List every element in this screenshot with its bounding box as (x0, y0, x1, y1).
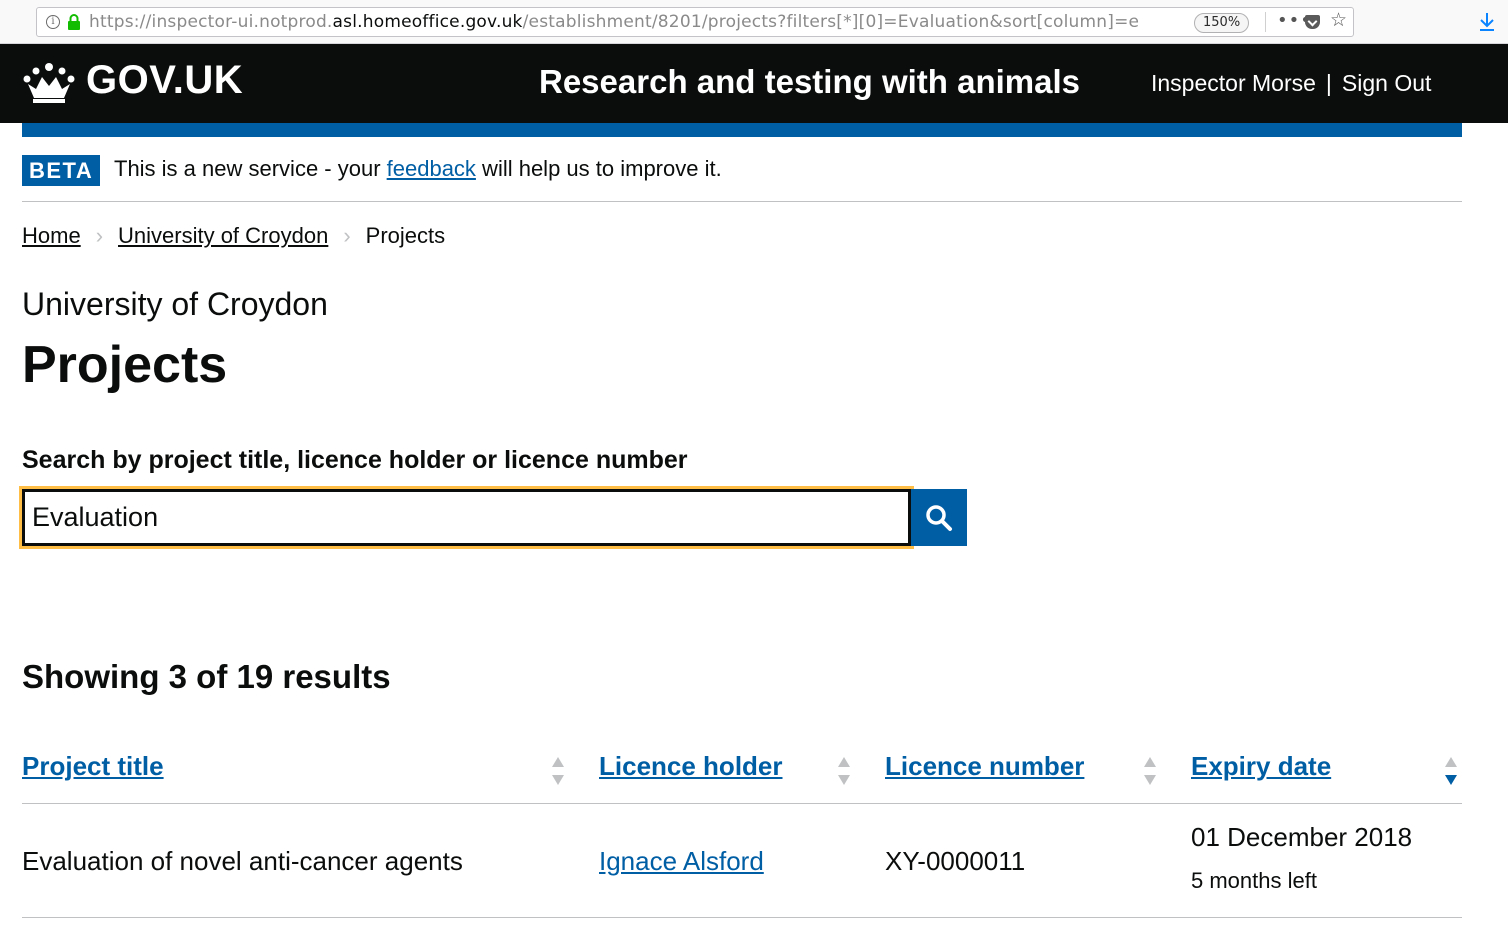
nav-separator: | (1325, 70, 1332, 96)
header-nav: Inspector Morse | Sign Out (1151, 70, 1431, 97)
table-header-divider (22, 803, 1462, 804)
breadcrumb: Home › University of Croydon › Projects (22, 223, 445, 249)
expiry-date-cell: 01 December 2018 (1191, 822, 1413, 852)
search-icon (926, 505, 952, 531)
search-button[interactable] (911, 489, 967, 546)
service-name[interactable]: Research and testing with animals (539, 63, 1080, 101)
breadcrumb-current: Projects (365, 223, 446, 248)
page-title: Projects (22, 336, 228, 394)
url-text[interactable]: https://inspector-ui.notprod.asl.homeoff… (89, 12, 1154, 32)
breadcrumb-establishment[interactable]: University of Croydon (118, 223, 328, 249)
sort-arrows-icon[interactable] (551, 756, 565, 786)
search-label: Search by project title, licence holder … (22, 446, 688, 474)
user-name-link[interactable]: Inspector Morse (1151, 70, 1316, 96)
breadcrumb-home[interactable]: Home (22, 223, 81, 249)
results-count-heading: Showing 3 of 19 results (22, 658, 391, 695)
sort-arrows-icon[interactable] (1143, 756, 1157, 786)
sign-out-link[interactable]: Sign Out (1342, 70, 1432, 96)
chevron-right-icon: › (343, 223, 351, 248)
govuk-header: GOV.UK Research and testing with animals… (0, 44, 1508, 123)
bookmark-star-icon[interactable]: ☆ (1330, 9, 1347, 31)
project-title-cell: Evaluation of novel anti-cancer agents (22, 846, 463, 876)
header-blue-stripe (22, 123, 1462, 137)
address-bar[interactable]: i https://inspector-ui.notprod.asl.homeo… (36, 7, 1354, 37)
chevron-right-icon: › (95, 223, 104, 248)
expiry-remaining-text: 5 months left (1191, 868, 1317, 893)
lock-icon (68, 14, 80, 30)
govuk-logo[interactable]: GOV.UK (86, 58, 243, 103)
column-header-expiry-date[interactable]: Expiry date (1191, 751, 1331, 782)
zoom-level-badge[interactable]: 150% (1194, 13, 1250, 33)
download-icon[interactable] (1478, 11, 1496, 33)
pocket-icon[interactable] (1305, 15, 1320, 29)
sort-descending-icon[interactable] (1444, 756, 1458, 786)
crown-icon (23, 63, 75, 103)
divider (1265, 12, 1266, 32)
column-header-licence-number[interactable]: Licence number (885, 751, 1084, 782)
beta-message: This is a new service - your feedback wi… (114, 156, 722, 181)
column-header-project-title[interactable]: Project title (22, 751, 164, 782)
licence-holder-link[interactable]: Ignace Alsford (599, 846, 764, 877)
page-caption: University of Croydon (22, 286, 328, 322)
phase-banner: BETA This is a new service - your feedba… (22, 154, 1462, 202)
feedback-link[interactable]: feedback (387, 156, 476, 181)
beta-tag: BETA (22, 155, 101, 186)
info-icon[interactable]: i (46, 15, 60, 29)
table-row-divider (22, 917, 1462, 918)
sort-arrows-icon[interactable] (837, 756, 851, 786)
licence-number-cell: XY-0000011 (885, 846, 1026, 876)
search-input[interactable] (19, 486, 914, 549)
column-header-licence-holder[interactable]: Licence holder (599, 751, 783, 782)
browser-toolbar: i https://inspector-ui.notprod.asl.homeo… (0, 0, 1508, 44)
